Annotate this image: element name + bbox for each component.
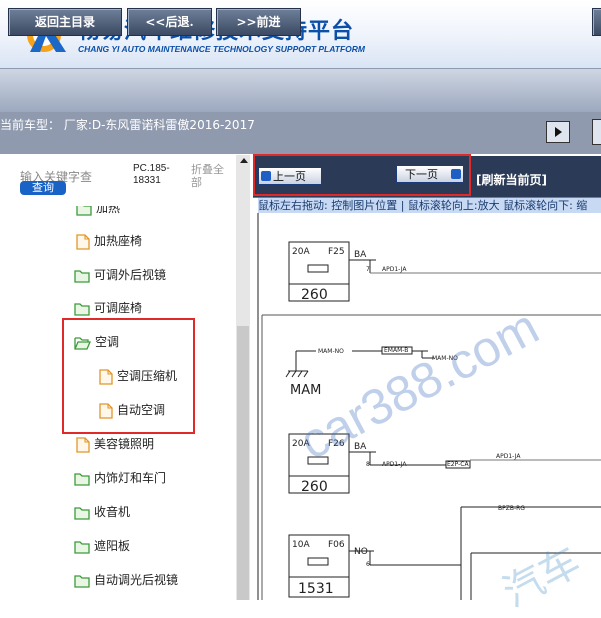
tree-item[interactable]: 遮阳板 (74, 535, 130, 557)
brand-subtitle: CHANG YI AUTO MAINTENANCE TECHNOLOGY SUP… (78, 44, 365, 54)
arrow-right-icon (451, 169, 461, 179)
arrow-left-icon (261, 171, 271, 181)
collapse-all-link[interactable]: 折叠全部 (191, 163, 233, 189)
file-icon (99, 368, 113, 385)
tree-item-label: 加热座椅 (94, 234, 143, 248)
file-icon (76, 436, 90, 453)
toolbar-overflow-button[interactable] (592, 8, 601, 36)
svg-text:MAM: MAM (290, 383, 321, 398)
folder-icon (74, 574, 90, 588)
svg-text:APD1-JA: APD1-JA (382, 266, 407, 273)
svg-text:BA: BA (354, 250, 367, 260)
next-page-button[interactable]: 下一页 (396, 165, 464, 183)
svg-text:APD1-JA: APD1-JA (496, 453, 521, 460)
back-button[interactable]: <<后退. (127, 8, 212, 36)
tree-item[interactable]: 收音机 (74, 501, 130, 523)
folder-icon (74, 269, 90, 283)
svg-text:7: 7 (366, 266, 370, 273)
svg-text:260: 260 (301, 479, 328, 495)
next-page-label: 下一页 (405, 168, 438, 181)
tree-item[interactable]: 加热座椅 (76, 230, 142, 252)
tree-item-label: 收音机 (94, 505, 131, 519)
sidebar-scroll-thumb[interactable] (237, 326, 249, 600)
svg-text:260: 260 (301, 287, 328, 303)
tree-item-label: 内饰灯和车门 (94, 471, 167, 485)
tree-item-label: 可调外后视镜 (94, 268, 167, 282)
folder-icon (74, 302, 90, 316)
file-icon (99, 402, 113, 419)
tree-item[interactable]: 空调 (74, 331, 119, 353)
main-toolbar (0, 68, 601, 113)
svg-text:EMAM-B: EMAM-B (384, 347, 408, 354)
svg-text:F25: F25 (328, 247, 345, 257)
scroll-up-icon[interactable] (240, 158, 248, 163)
play-icon[interactable] (546, 121, 570, 143)
tree-item-label: 美容镜照明 (94, 437, 155, 451)
svg-text:BPZB-RG: BPZB-RG (498, 505, 525, 512)
tree-item[interactable]: 空调压缩机 (99, 365, 177, 387)
prev-page-button[interactable]: 上一页 (258, 167, 322, 185)
folder-icon (74, 506, 90, 520)
svg-text:1531: 1531 (298, 581, 334, 597)
vehicle-info-bar: 当前车型： 厂家:D-东风雷诺科雷傲2016-2017 (0, 112, 601, 154)
svg-text:APD1-JA: APD1-JA (382, 461, 407, 468)
tree-item-label: 自动调光后视镜 (94, 573, 179, 587)
tree-item[interactable]: 可调座椅 (74, 297, 142, 319)
svg-text:10A: 10A (292, 540, 310, 550)
current-vehicle-label: 当前车型： 厂家:D-东风雷诺科雷傲2016-2017 (0, 118, 255, 132)
tree-item[interactable]: 内饰灯和车门 (74, 467, 166, 489)
folder-icon (74, 472, 90, 486)
home-button[interactable]: 返回主目录 (8, 8, 122, 36)
forward-button[interactable]: >>前进 (216, 8, 301, 36)
tree-item-label: 空调 (95, 335, 120, 349)
tree-item[interactable]: 自动空调 (99, 399, 165, 421)
tree-item-label: 可调座椅 (94, 301, 143, 315)
info-overflow-button[interactable] (592, 119, 601, 145)
search-button[interactable]: 查询 (20, 181, 66, 195)
tree-item[interactable]: 可调外后视镜 (74, 264, 166, 286)
model-code-label: PC.185-18331 (133, 163, 170, 186)
svg-text:6: 6 (366, 561, 370, 568)
svg-text:8: 8 (366, 461, 370, 468)
refresh-page-link[interactable]: [刷新当前页] (476, 171, 547, 188)
tree-item-label: 遮阳板 (94, 539, 131, 553)
tree-item-label: 自动空调 (117, 403, 166, 417)
svg-text:E2P-CA: E2P-CA (447, 461, 469, 468)
prev-page-label: 上一页 (273, 170, 306, 183)
svg-text:20A: 20A (292, 247, 310, 257)
file-icon (76, 233, 90, 250)
folder-icon (74, 540, 90, 554)
svg-text:MAM-NO: MAM-NO (318, 348, 344, 355)
folder-open-icon (74, 336, 91, 350)
tree-item[interactable]: 自动调光后视镜 (74, 569, 178, 591)
svg-text:F06: F06 (328, 540, 345, 550)
tree-item[interactable]: 美容镜照明 (76, 433, 154, 455)
usage-hint: 鼠标左右拖动: 控制图片位置 | 鼠标滚轮向上:放大 鼠标滚轮向下: 缩 (258, 198, 601, 213)
svg-text:NO: NO (354, 547, 368, 557)
tree-item-label: 空调压缩机 (117, 369, 178, 383)
